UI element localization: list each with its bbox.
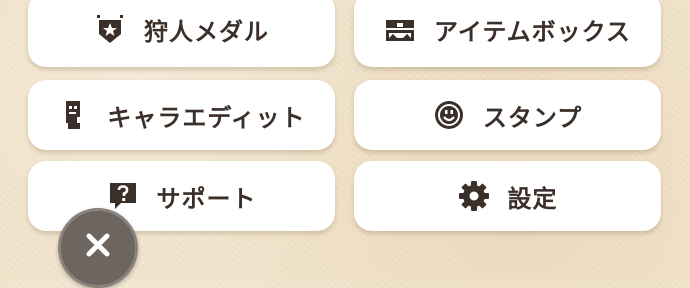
gear-icon [458, 180, 490, 212]
settings-label: 設定 [507, 184, 558, 213]
support-label: サポート [156, 184, 257, 213]
smiley-face-icon [433, 99, 465, 131]
hunter-medal-label: 狩人メダル [144, 18, 269, 46]
close-button[interactable] [58, 208, 138, 288]
shield-star-icon [94, 14, 126, 46]
close-icon [86, 233, 110, 257]
item-box-button[interactable]: アイテムボックス [354, 0, 661, 67]
hunter-medal-button[interactable]: 狩人メダル [28, 0, 335, 67]
settings-button[interactable]: 設定 [354, 161, 661, 231]
question-bubble-icon [107, 180, 139, 212]
item-box-label: アイテムボックス [434, 18, 631, 46]
chara-edit-button[interactable]: キャラエディット [28, 80, 335, 150]
chara-edit-label: キャラエディット [107, 103, 306, 132]
treasure-chest-icon [384, 14, 416, 46]
stamp-label: スタンプ [482, 103, 583, 132]
stamp-button[interactable]: スタンプ [354, 80, 661, 150]
head-profile-icon [57, 99, 89, 131]
